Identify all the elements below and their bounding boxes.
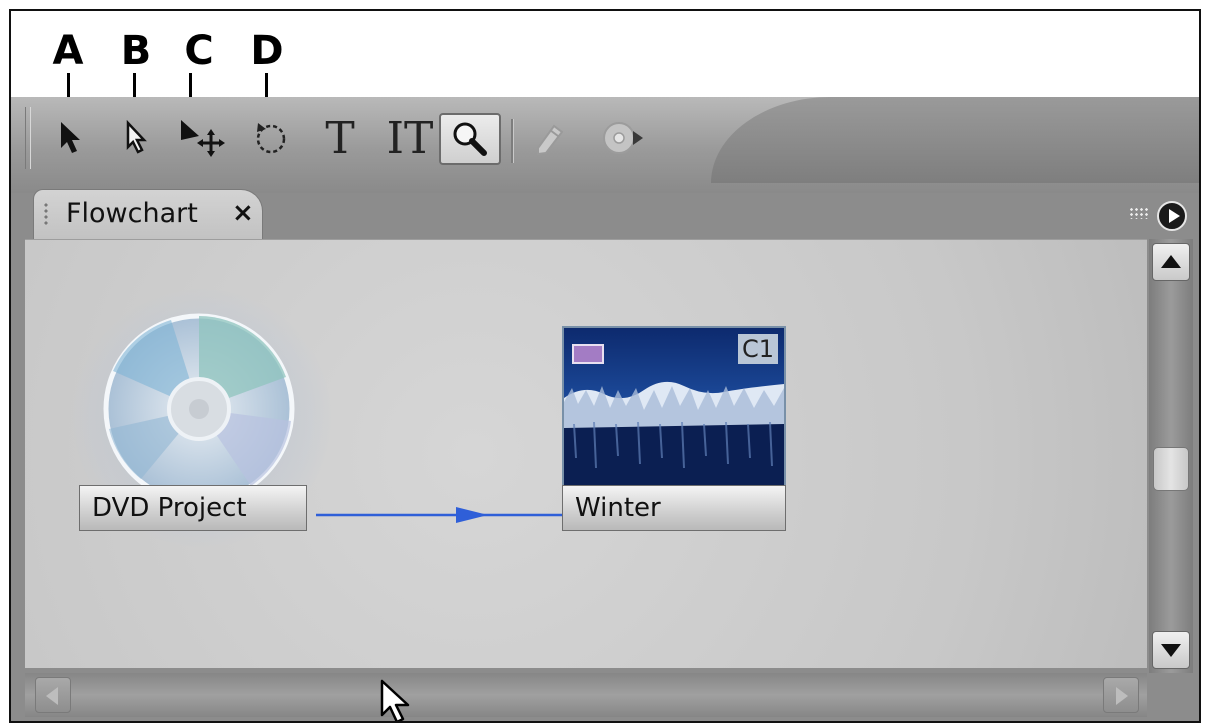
toolbar-edge: [711, 97, 1199, 183]
callout-c: C: [184, 28, 214, 74]
vertical-scrollbar[interactable]: [1149, 239, 1193, 673]
vertical-scroll-thumb[interactable]: [1153, 447, 1189, 491]
arrow-left-icon: [46, 687, 58, 705]
pencil-tool-button[interactable]: [527, 111, 569, 165]
vertical-text-tool-button[interactable]: IT: [379, 111, 441, 165]
arrow-down-icon: [1161, 644, 1181, 657]
mouse-cursor-icon: [380, 679, 410, 721]
pencil-icon: [537, 124, 564, 156]
toolbar-grip[interactable]: [25, 107, 31, 169]
direct-select-tool-button[interactable]: [119, 111, 155, 165]
preview-tool-button[interactable]: [597, 111, 647, 165]
selection-tool-button[interactable]: [53, 111, 89, 165]
rotate-dashed-icon: [256, 123, 286, 154]
rotate-tool-button[interactable]: [251, 111, 291, 165]
hollow-arrow-pointer-icon: [126, 120, 147, 154]
scroll-down-button[interactable]: [1152, 631, 1190, 669]
tab-flowchart-label: Flowchart: [66, 198, 198, 229]
flowchart-connector[interactable]: [316, 505, 566, 525]
screenshot-frame: A B C D T IT Flowchart × DVD Project C1 …: [9, 9, 1201, 723]
tab-grip[interactable]: [43, 202, 49, 226]
dvd-project-node-label[interactable]: DVD Project: [79, 485, 307, 531]
scroll-right-button[interactable]: [1103, 677, 1139, 713]
horizontal-scrollbar[interactable]: [25, 673, 1147, 717]
tab-flowchart[interactable]: Flowchart ×: [33, 189, 263, 239]
arrow-move-icon: [181, 120, 225, 157]
arrow-right-icon: [1116, 687, 1128, 705]
callout-d: D: [250, 28, 284, 74]
panel-grip[interactable]: [1129, 207, 1149, 219]
scroll-left-button[interactable]: [35, 677, 71, 713]
timeline-icon: [572, 344, 604, 364]
callout-a: A: [52, 28, 84, 74]
panel-menu-button[interactable]: [1157, 201, 1187, 231]
winter-timeline-thumbnail[interactable]: C1: [562, 326, 786, 494]
dvd-disc-icon[interactable]: [101, 311, 297, 507]
toolbar-separator: [511, 119, 514, 163]
move-tool-button[interactable]: [175, 111, 231, 165]
magnifier-icon: [453, 122, 487, 156]
zoom-tool-button[interactable]: [439, 113, 501, 165]
tab-close-button[interactable]: ×: [232, 198, 254, 228]
arrow-up-icon: [1161, 255, 1181, 268]
scroll-up-button[interactable]: [1152, 243, 1190, 281]
chapter-badge: C1: [738, 334, 778, 364]
text-tool-button[interactable]: T: [317, 111, 363, 165]
disc-play-icon: [603, 122, 643, 154]
callout-b: B: [120, 28, 152, 74]
winter-node-label[interactable]: Winter: [562, 485, 786, 531]
arrow-pointer-icon: [61, 122, 80, 153]
